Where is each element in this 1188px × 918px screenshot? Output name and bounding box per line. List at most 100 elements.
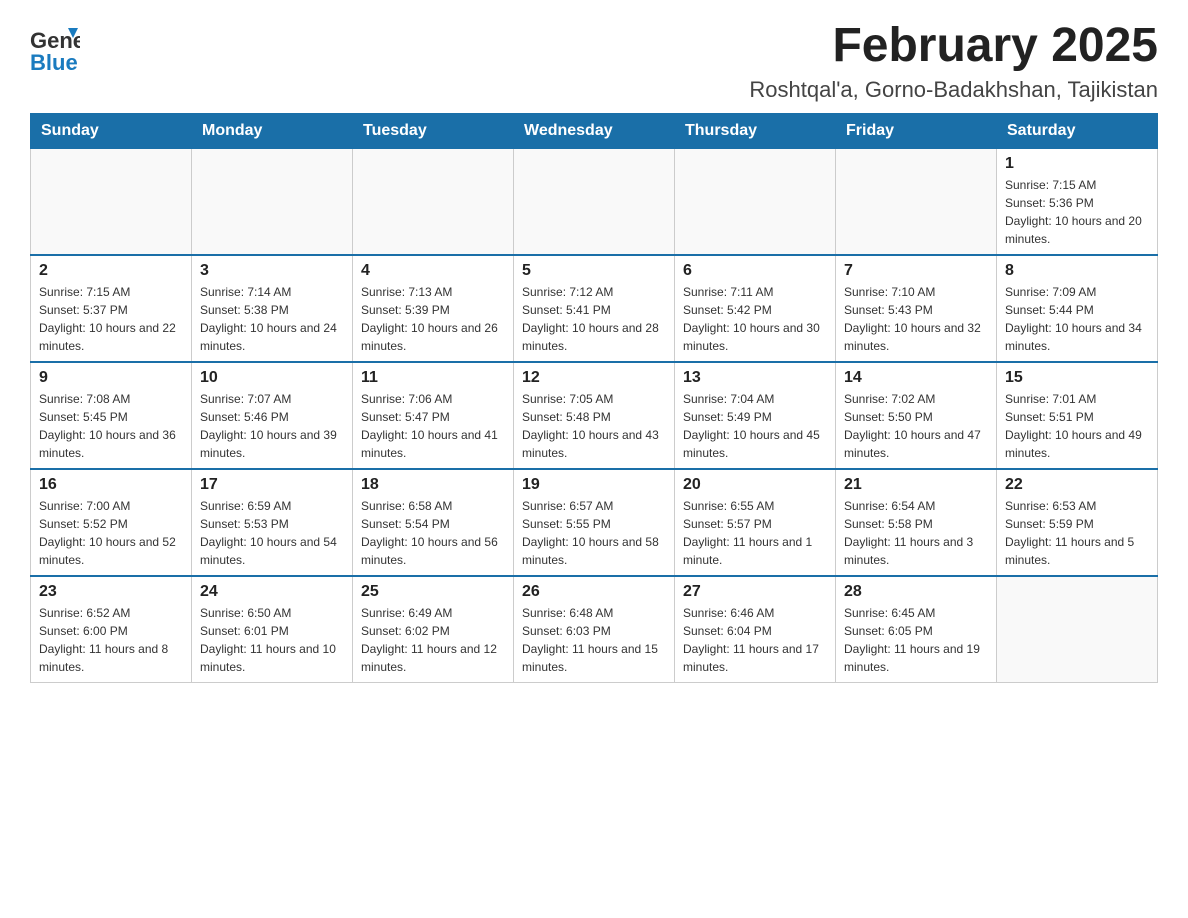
table-row: 24Sunrise: 6:50 AMSunset: 6:01 PMDayligh… (192, 576, 353, 683)
table-row: 26 Sunrise: 6:48 AMSunset: 6:03 PMDayligh… (514, 576, 675, 683)
day-info: Sunrise: 7:02 AMSunset: 5:50 PMDaylight:… (844, 390, 988, 462)
header-saturday: Saturday (997, 113, 1158, 148)
day-info: Sunrise: 6:45 AMSunset: 6:05 PMDaylight:… (844, 604, 988, 676)
day-info: Sunrise: 6:58 AMSunset: 5:54 PMDaylight:… (361, 497, 505, 569)
table-row: 9 Sunrise: 7:08 AMSunset: 5:45 PMDaylight… (31, 362, 192, 469)
day-number: 26 (522, 583, 666, 601)
table-row: 21 Sunrise: 6:54 AMSunset: 5:58 PMDayligh… (836, 469, 997, 576)
day-number: 27 (683, 583, 827, 601)
table-row: 3Sunrise: 7:14 AMSunset: 5:38 PMDaylight… (192, 255, 353, 362)
day-info: Sunrise: 6:46 AMSunset: 6:04 PMDaylight:… (683, 604, 827, 676)
day-info: Sunrise: 6:48 AMSunset: 6:03 PMDaylight:… (522, 604, 666, 676)
calendar-week-row: 23 Sunrise: 6:52 AMSunset: 6:00 PMDayligh… (31, 576, 1158, 683)
day-number: 14 (844, 369, 988, 387)
day-info: Sunrise: 7:00 AMSunset: 5:52 PMDaylight:… (39, 497, 183, 569)
day-number: 9 (39, 369, 183, 387)
day-number: 15 (1005, 369, 1149, 387)
calendar-week-row: 9 Sunrise: 7:08 AMSunset: 5:45 PMDaylight… (31, 362, 1158, 469)
logo: General Blue (30, 20, 82, 75)
table-row: 28 Sunrise: 6:45 AMSunset: 6:05 PMDayligh… (836, 576, 997, 683)
day-number: 11 (361, 369, 505, 387)
day-info: Sunrise: 6:52 AMSunset: 6:00 PMDaylight:… (39, 604, 183, 676)
day-info: Sunrise: 7:08 AMSunset: 5:45 PMDaylight:… (39, 390, 183, 462)
day-info: Sunrise: 7:01 AMSunset: 5:51 PMDaylight:… (1005, 390, 1149, 462)
table-row: 7 Sunrise: 7:10 AMSunset: 5:43 PMDaylight… (836, 255, 997, 362)
day-number: 21 (844, 476, 988, 494)
calendar-week-row: 16 Sunrise: 7:00 AMSunset: 5:52 PMDayligh… (31, 469, 1158, 576)
table-row: 17 Sunrise: 6:59 AMSunset: 5:53 PMDayligh… (192, 469, 353, 576)
calendar-week-row: 1 Sunrise: 7:15 AMSunset: 5:36 PMDaylight… (31, 148, 1158, 255)
day-number: 7 (844, 262, 988, 280)
day-number: 28 (844, 583, 988, 601)
table-row (675, 148, 836, 255)
calendar-week-row: 2 Sunrise: 7:15 AMSunset: 5:37 PMDaylight… (31, 255, 1158, 362)
header-thursday: Thursday (675, 113, 836, 148)
header-wednesday: Wednesday (514, 113, 675, 148)
table-row: 12 Sunrise: 7:05 AMSunset: 5:48 PMDayligh… (514, 362, 675, 469)
table-row: 27 Sunrise: 6:46 AMSunset: 6:04 PMDayligh… (675, 576, 836, 683)
table-row: 4Sunrise: 7:13 AMSunset: 5:39 PMDaylight… (353, 255, 514, 362)
header-sunday: Sunday (31, 113, 192, 148)
day-number: 24 (200, 583, 344, 601)
table-row: 20 Sunrise: 6:55 AMSunset: 5:57 PMDayligh… (675, 469, 836, 576)
table-row: 6Sunrise: 7:11 AMSunset: 5:42 PMDaylight… (675, 255, 836, 362)
title-block: February 2025 Roshtqal'a, Gorno-Badakhsh… (749, 20, 1158, 103)
table-row: 15 Sunrise: 7:01 AMSunset: 5:51 PMDayligh… (997, 362, 1158, 469)
table-row: 19 Sunrise: 6:57 AMSunset: 5:55 PMDayligh… (514, 469, 675, 576)
day-number: 13 (683, 369, 827, 387)
page-subtitle: Roshtqal'a, Gorno-Badakhshan, Tajikistan (749, 77, 1158, 103)
day-number: 16 (39, 476, 183, 494)
table-row (31, 148, 192, 255)
day-number: 18 (361, 476, 505, 494)
day-info: Sunrise: 7:07 AMSunset: 5:46 PMDaylight:… (200, 390, 344, 462)
day-number: 20 (683, 476, 827, 494)
day-number: 23 (39, 583, 183, 601)
table-row (514, 148, 675, 255)
day-number: 22 (1005, 476, 1149, 494)
day-info: Sunrise: 6:53 AMSunset: 5:59 PMDaylight:… (1005, 497, 1149, 569)
table-row: 11 Sunrise: 7:06 AMSunset: 5:47 PMDayligh… (353, 362, 514, 469)
day-info: Sunrise: 7:06 AMSunset: 5:47 PMDaylight:… (361, 390, 505, 462)
table-row: 8Sunrise: 7:09 AMSunset: 5:44 PMDaylight… (997, 255, 1158, 362)
svg-text:Blue: Blue (30, 50, 78, 75)
day-number: 12 (522, 369, 666, 387)
table-row: 25Sunrise: 6:49 AMSunset: 6:02 PMDayligh… (353, 576, 514, 683)
day-info: Sunrise: 7:04 AMSunset: 5:49 PMDaylight:… (683, 390, 827, 462)
day-number: 25 (361, 583, 505, 601)
page-header: General Blue February 2025 Roshtqal'a, G… (30, 20, 1158, 103)
day-info: Sunrise: 6:55 AMSunset: 5:57 PMDaylight:… (683, 497, 827, 569)
header-monday: Monday (192, 113, 353, 148)
header-friday: Friday (836, 113, 997, 148)
table-row: 1 Sunrise: 7:15 AMSunset: 5:36 PMDaylight… (997, 148, 1158, 255)
logo-icon: General Blue (30, 20, 80, 75)
table-row: 2 Sunrise: 7:15 AMSunset: 5:37 PMDaylight… (31, 255, 192, 362)
calendar-table: Sunday Monday Tuesday Wednesday Thursday… (30, 113, 1158, 683)
day-info: Sunrise: 7:05 AMSunset: 5:48 PMDaylight:… (522, 390, 666, 462)
day-info: Sunrise: 6:59 AMSunset: 5:53 PMDaylight:… (200, 497, 344, 569)
table-row: 5 Sunrise: 7:12 AMSunset: 5:41 PMDaylight… (514, 255, 675, 362)
day-info: Sunrise: 7:15 AMSunset: 5:37 PMDaylight:… (39, 283, 183, 355)
day-info: Sunrise: 7:12 AMSunset: 5:41 PMDaylight:… (522, 283, 666, 355)
day-info: Sunrise: 7:10 AMSunset: 5:43 PMDaylight:… (844, 283, 988, 355)
day-info: Sunrise: 6:57 AMSunset: 5:55 PMDaylight:… (522, 497, 666, 569)
table-row: 23 Sunrise: 6:52 AMSunset: 6:00 PMDayligh… (31, 576, 192, 683)
table-row: 10Sunrise: 7:07 AMSunset: 5:46 PMDayligh… (192, 362, 353, 469)
table-row: 13 Sunrise: 7:04 AMSunset: 5:49 PMDayligh… (675, 362, 836, 469)
day-info: Sunrise: 6:54 AMSunset: 5:58 PMDaylight:… (844, 497, 988, 569)
day-number: 17 (200, 476, 344, 494)
day-number: 19 (522, 476, 666, 494)
table-row: 18 Sunrise: 6:58 AMSunset: 5:54 PMDayligh… (353, 469, 514, 576)
day-number: 2 (39, 262, 183, 280)
day-number: 3 (200, 262, 344, 280)
calendar-header-row: Sunday Monday Tuesday Wednesday Thursday… (31, 113, 1158, 148)
table-row (353, 148, 514, 255)
day-number: 1 (1005, 155, 1149, 173)
table-row (192, 148, 353, 255)
day-info: Sunrise: 7:15 AMSunset: 5:36 PMDaylight:… (1005, 176, 1149, 248)
day-info: Sunrise: 7:13 AMSunset: 5:39 PMDaylight:… (361, 283, 505, 355)
table-row: 16 Sunrise: 7:00 AMSunset: 5:52 PMDayligh… (31, 469, 192, 576)
day-number: 5 (522, 262, 666, 280)
table-row (997, 576, 1158, 683)
table-row (836, 148, 997, 255)
day-info: Sunrise: 7:09 AMSunset: 5:44 PMDaylight:… (1005, 283, 1149, 355)
